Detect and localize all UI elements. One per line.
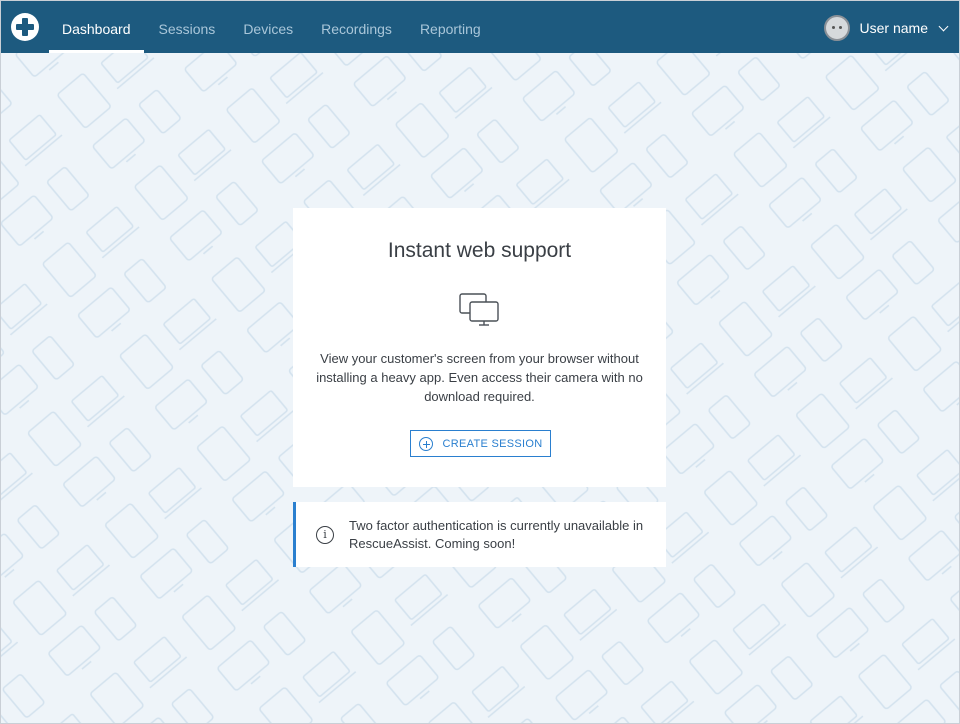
chevron-down-icon — [938, 21, 949, 31]
notice-text: Two factor authentication is currently u… — [349, 518, 644, 551]
screens-icon — [459, 293, 499, 326]
two-factor-notice: i Two factor authentication is currently… — [293, 502, 666, 567]
card-title: Instant web support — [387, 239, 572, 262]
info-icon: i — [316, 526, 334, 544]
main-nav: Dashboard Sessions Devices Recordings Re… — [49, 1, 496, 53]
plus-circle-icon — [418, 436, 433, 451]
user-menu[interactable]: User name — [823, 15, 949, 41]
user-name-label: User name — [859, 20, 928, 36]
top-navigation-bar: Dashboard Sessions Devices Recordings Re… — [1, 1, 959, 53]
card-description: View your customer's screen from your br… — [316, 351, 643, 404]
create-session-label: CREATE SESSION — [442, 437, 543, 450]
instant-web-support-card: Instant web support View your customer's… — [293, 208, 666, 487]
nav-tab-reporting[interactable]: Reporting — [407, 1, 494, 53]
nav-tab-sessions[interactable]: Sessions — [146, 1, 229, 53]
nav-tab-recordings[interactable]: Recordings — [308, 1, 405, 53]
app-window: Dashboard Sessions Devices Recordings Re… — [0, 0, 960, 724]
create-session-button[interactable]: CREATE SESSION — [410, 430, 551, 457]
robot-avatar-icon — [823, 15, 850, 41]
app-logo-icon[interactable] — [11, 13, 39, 41]
nav-tab-devices[interactable]: Devices — [230, 1, 306, 53]
nav-tab-dashboard[interactable]: Dashboard — [49, 1, 144, 53]
